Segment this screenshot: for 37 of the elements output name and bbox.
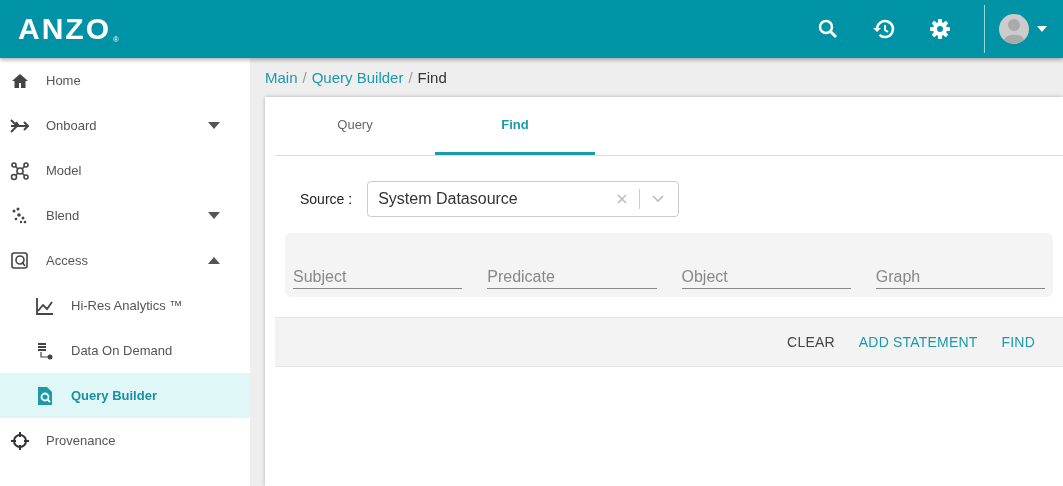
sidebar-item[interactable]: Hi-Res Analytics ™ bbox=[0, 283, 250, 328]
settings-icon[interactable] bbox=[928, 17, 952, 41]
caret-icon[interactable] bbox=[208, 257, 220, 264]
input-field[interactable]: Predicate bbox=[487, 268, 657, 289]
caret-icon[interactable] bbox=[208, 212, 220, 219]
chevron-icon[interactable] bbox=[652, 195, 665, 203]
input-field[interactable]: Object bbox=[681, 268, 851, 289]
input-field[interactable]: Graph bbox=[875, 268, 1045, 289]
search-icon[interactable] bbox=[816, 17, 840, 41]
data-icon bbox=[35, 340, 55, 361]
access-icon bbox=[10, 250, 30, 271]
caret-icon[interactable] bbox=[1037, 26, 1047, 32]
sidebar-item[interactable]: Onboard bbox=[0, 103, 250, 148]
source-label: Source : bbox=[300, 191, 353, 207]
breadcrumb-current: Find bbox=[417, 69, 447, 86]
registered-mark: ® bbox=[113, 35, 119, 44]
sidebar-item[interactable]: Access bbox=[0, 238, 250, 283]
input-field[interactable]: Subject bbox=[293, 268, 463, 289]
provenance-icon bbox=[10, 430, 30, 451]
chart-icon bbox=[35, 295, 55, 316]
sidebar-item[interactable]: Home bbox=[0, 58, 250, 103]
sidebar-item[interactable]: Model bbox=[0, 148, 250, 193]
tab[interactable]: Query bbox=[275, 97, 435, 155]
action-button[interactable]: CLEAR bbox=[779, 328, 843, 356]
sidebar-item[interactable]: Data On Demand bbox=[0, 328, 250, 373]
clear-icon[interactable] bbox=[617, 194, 628, 204]
caret-icon[interactable] bbox=[208, 122, 220, 129]
logo: ANZO bbox=[18, 12, 111, 46]
model-icon bbox=[10, 160, 30, 181]
breadcrumb-separator: / bbox=[408, 69, 413, 86]
sidebar-item[interactable]: Provenance bbox=[0, 418, 250, 463]
query-icon bbox=[35, 385, 55, 406]
sidebar-item[interactable]: Blend bbox=[0, 193, 250, 238]
source-select[interactable]: System Datasource bbox=[367, 181, 680, 217]
history-icon[interactable] bbox=[872, 17, 896, 41]
avatar-icon[interactable] bbox=[999, 14, 1029, 44]
breadcrumb-separator: / bbox=[302, 69, 307, 86]
